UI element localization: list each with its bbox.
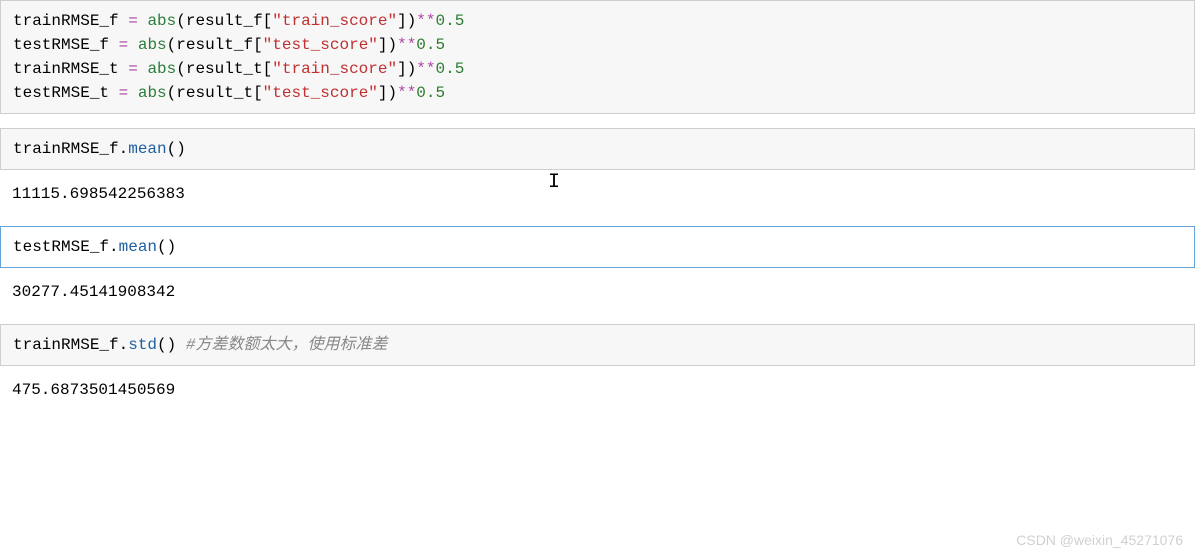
cell-output: 11115.698542256383 xyxy=(0,172,1195,226)
code-token: (result_t[ xyxy=(167,84,263,102)
code-line[interactable]: trainRMSE_f.std() #方差数额太大，使用标准差 xyxy=(13,333,1182,357)
code-token xyxy=(138,12,148,30)
watermark-text: CSDN @weixin_45271076 xyxy=(1016,530,1183,551)
code-token: testRMSE_t xyxy=(13,84,119,102)
code-token: ]) xyxy=(378,36,397,54)
code-token: () xyxy=(157,336,186,354)
code-token: ]) xyxy=(397,12,416,30)
code-token xyxy=(138,60,148,78)
code-token: "train_score" xyxy=(272,60,397,78)
code-token: mean xyxy=(128,140,166,158)
code-token: "test_score" xyxy=(263,84,378,102)
code-token: 0.5 xyxy=(436,60,465,78)
code-token: std xyxy=(128,336,157,354)
code-token: abs xyxy=(138,84,167,102)
code-line[interactable]: trainRMSE_f = abs(result_f["train_score"… xyxy=(13,9,1182,33)
code-token: (result_f[ xyxy=(167,36,263,54)
code-token: mean xyxy=(119,238,157,256)
code-token: ** xyxy=(416,60,435,78)
code-token: "train_score" xyxy=(272,12,397,30)
code-token: trainRMSE_t xyxy=(13,60,128,78)
code-token xyxy=(128,84,138,102)
code-token: = xyxy=(119,84,129,102)
code-token: = xyxy=(128,60,138,78)
code-line[interactable]: trainRMSE_t = abs(result_t["train_score"… xyxy=(13,57,1182,81)
code-token: ]) xyxy=(397,60,416,78)
code-token: = xyxy=(119,36,129,54)
code-cell-input[interactable]: trainRMSE_f.std() #方差数额太大，使用标准差 xyxy=(0,324,1195,366)
code-token: (result_t[ xyxy=(176,60,272,78)
code-token: (result_f[ xyxy=(176,12,272,30)
code-line[interactable]: testRMSE_f.mean() xyxy=(13,235,1182,259)
code-token: () xyxy=(157,238,176,256)
code-cell-input[interactable]: trainRMSE_f.mean() xyxy=(0,128,1195,170)
code-token xyxy=(128,36,138,54)
code-token: abs xyxy=(147,60,176,78)
code-token: = xyxy=(128,12,138,30)
code-token: 0.5 xyxy=(436,12,465,30)
code-token: testRMSE_f. xyxy=(13,238,119,256)
code-line[interactable]: trainRMSE_f.mean() xyxy=(13,137,1182,161)
code-cell-input[interactable]: trainRMSE_f = abs(result_f["train_score"… xyxy=(0,0,1195,114)
code-cell-input[interactable]: testRMSE_f.mean() xyxy=(0,226,1195,268)
code-token: testRMSE_f xyxy=(13,36,119,54)
cell-separator xyxy=(0,116,1195,128)
code-token: abs xyxy=(138,36,167,54)
code-token: () xyxy=(167,140,186,158)
code-token: trainRMSE_f. xyxy=(13,140,128,158)
code-token: ** xyxy=(416,12,435,30)
code-token: 0.5 xyxy=(416,84,445,102)
code-token: trainRMSE_f xyxy=(13,12,128,30)
code-token: trainRMSE_f. xyxy=(13,336,128,354)
code-line[interactable]: testRMSE_f = abs(result_f["test_score"])… xyxy=(13,33,1182,57)
cell-output: 30277.45141908342 xyxy=(0,270,1195,324)
code-token: 0.5 xyxy=(416,36,445,54)
jupyter-notebook: trainRMSE_f = abs(result_f["train_score"… xyxy=(0,0,1195,422)
code-token: abs xyxy=(147,12,176,30)
cell-output: 475.6873501450569 xyxy=(0,368,1195,422)
code-token: ** xyxy=(397,84,416,102)
code-token: ]) xyxy=(378,84,397,102)
code-line[interactable]: testRMSE_t = abs(result_t["test_score"])… xyxy=(13,81,1182,105)
code-token: "test_score" xyxy=(263,36,378,54)
code-token: #方差数额太大，使用标准差 xyxy=(186,336,388,354)
code-token: ** xyxy=(397,36,416,54)
